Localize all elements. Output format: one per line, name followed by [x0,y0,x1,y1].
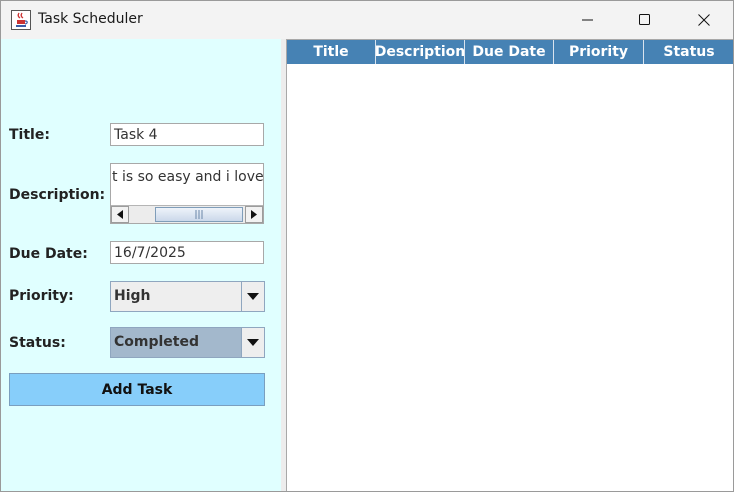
status-label: Status: [9,335,66,351]
minimize-icon [582,14,594,26]
column-header-priority[interactable]: Priority [554,40,644,64]
window-title: Task Scheduler [38,11,143,27]
column-header-description[interactable]: Description [376,40,465,64]
scroll-right-icon[interactable] [245,206,263,223]
java-cup-icon [11,10,31,30]
scroll-left-icon[interactable] [111,206,129,223]
table-header: Title Description Due Date Priority Stat… [287,40,733,64]
maximize-icon [639,14,651,26]
maximize-button[interactable] [622,1,668,39]
description-scrollbar[interactable] [111,205,263,223]
title-bar[interactable]: Task Scheduler [1,1,733,39]
title-field[interactable]: Task 4 [110,123,264,146]
status-dropdown[interactable]: Completed [110,327,265,358]
due-date-field[interactable]: 16/7/2025 [110,241,264,264]
task-form-panel: Title: Task 4 Description: t is so easy … [1,39,281,491]
close-button[interactable] [681,1,727,39]
task-scheduler-window: Task Scheduler Title: Task 4 Description… [0,0,734,492]
add-task-button[interactable]: Add Task [9,373,265,406]
title-label: Title: [9,127,50,143]
column-header-due-date[interactable]: Due Date [465,40,554,64]
minimize-button[interactable] [565,1,611,39]
priority-dropdown[interactable]: High [110,281,265,312]
priority-label: Priority: [9,288,74,304]
close-icon [698,14,710,26]
column-header-status[interactable]: Status [644,40,733,64]
scrollbar-thumb[interactable] [155,207,243,222]
status-selected-value: Completed [111,328,241,357]
chevron-down-icon[interactable] [241,282,264,311]
chevron-down-icon[interactable] [241,328,264,357]
due-date-label: Due Date: [9,246,88,262]
task-table[interactable]: Title Description Due Date Priority Stat… [286,39,733,491]
description-text: t is so easy and i love it [112,169,264,185]
description-label: Description: [9,187,106,203]
priority-selected-value: High [111,282,241,311]
column-header-title[interactable]: Title [287,40,376,64]
description-field[interactable]: t is so easy and i love it [110,163,264,224]
